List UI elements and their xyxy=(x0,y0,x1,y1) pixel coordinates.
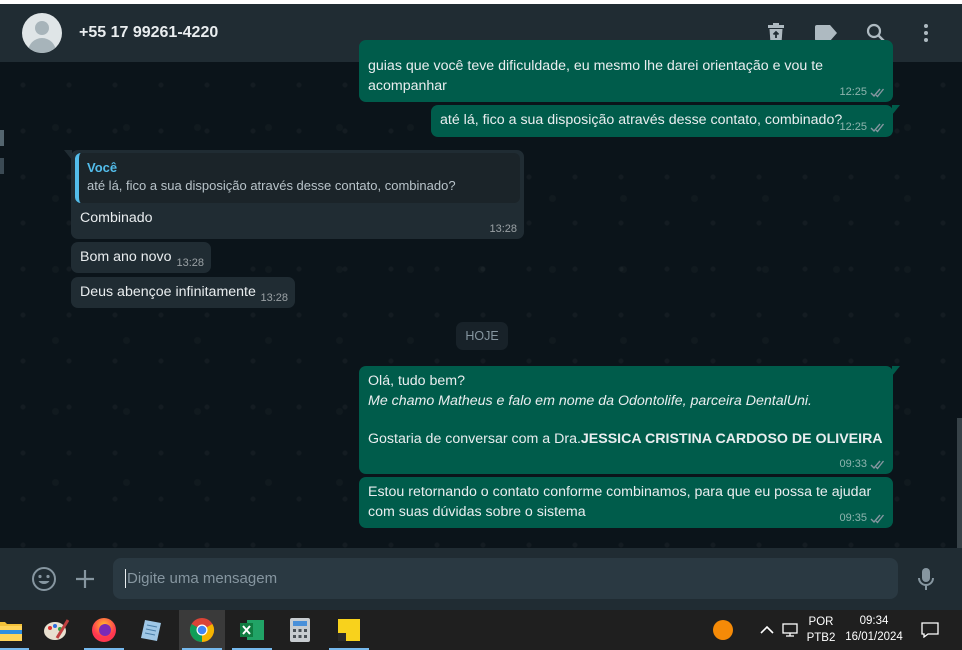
emoji-icon[interactable] xyxy=(29,564,59,594)
message-bubble-outgoing[interactable]: Olá, tudo bem? Me chamo Matheus e falo e… xyxy=(359,366,900,474)
quoted-message[interactable]: Você até lá, fico a sua disposição atrav… xyxy=(75,153,520,203)
message-bubble-outgoing[interactable]: até lá, fico a sua disposição através de… xyxy=(431,105,900,137)
clock-date: 16/01/2024 xyxy=(845,631,903,643)
paint-icon[interactable] xyxy=(33,610,79,650)
notepad-icon[interactable] xyxy=(129,610,175,650)
message-text: Combinado xyxy=(80,210,153,226)
contact-name[interactable]: +55 17 99261-4220 xyxy=(79,24,218,42)
attach-plus-icon[interactable] xyxy=(70,564,100,594)
calculator-icon[interactable] xyxy=(277,610,323,650)
excel-icon[interactable] xyxy=(229,610,275,650)
message-time: 13:28 xyxy=(260,292,288,304)
message-time: 13:28 xyxy=(176,257,204,269)
clock-time: 09:34 xyxy=(859,615,889,627)
chrome-icon[interactable] xyxy=(179,610,225,650)
menu-icon[interactable] xyxy=(912,18,940,48)
message-bubble-incoming[interactable]: Bom ano novo 13:28 xyxy=(71,242,211,273)
chat-scrollbar[interactable] xyxy=(957,418,962,548)
message-time: 12:25 xyxy=(839,120,886,134)
status-orb-icon[interactable] xyxy=(700,610,746,650)
message-text: Gostaria de conversar com a Dra.JESSICA … xyxy=(368,431,883,447)
read-ticks-icon xyxy=(870,123,885,133)
sidebar-edge xyxy=(0,62,5,548)
microphone-icon[interactable] xyxy=(911,564,941,594)
quote-author: Você xyxy=(87,160,118,175)
message-text: Estou retornando o contato conforme comb… xyxy=(368,484,872,500)
message-time: 13:28 xyxy=(489,223,517,235)
message-time: 09:35 xyxy=(839,511,886,525)
message-text: com suas dúvidas sobre o sistema xyxy=(368,503,586,520)
notifications-icon[interactable] xyxy=(910,610,950,650)
language-indicator[interactable]: POR PTB2 xyxy=(803,614,839,646)
network-icon[interactable] xyxy=(776,610,806,650)
message-time: 09:33 xyxy=(839,457,886,471)
message-bubble-incoming[interactable]: Deus abençoe infinitamente 13:28 xyxy=(71,277,295,308)
message-bold-text: JESSICA CRISTINA CARDOSO DE OLIVEIRA xyxy=(580,431,883,447)
date-separator: HOJE xyxy=(456,322,508,350)
read-ticks-icon xyxy=(870,460,885,470)
quote-text: até lá, fico a sua disposição através de… xyxy=(87,178,456,193)
message-bubble-incoming[interactable]: Você até lá, fico a sua disposição atrav… xyxy=(64,150,524,239)
message-text: Deus abençoe infinitamente xyxy=(80,284,256,300)
file-explorer-icon[interactable] xyxy=(0,610,32,650)
taskbar-clock[interactable]: 09:34 16/01/2024 xyxy=(840,613,908,645)
text-caret xyxy=(125,569,126,588)
read-ticks-icon xyxy=(870,88,885,98)
read-ticks-icon xyxy=(870,514,885,524)
message-text: Bom ano novo xyxy=(80,249,172,265)
sticky-notes-icon[interactable] xyxy=(326,610,372,650)
message-text: até lá, fico a sua disposição através de… xyxy=(440,112,843,128)
message-text-italic: Me chamo Matheus e falo em nome da Odont… xyxy=(368,392,812,409)
message-bubble-outgoing[interactable]: Estou retornando o contato conforme comb… xyxy=(359,477,893,528)
message-composer xyxy=(0,548,962,610)
message-text: Olá, tudo bem? xyxy=(368,373,466,389)
message-time: 12:25 xyxy=(839,85,886,99)
message-text: guias que você teve dificuldade, eu mesm… xyxy=(368,58,824,74)
firefox-icon[interactable] xyxy=(81,610,127,650)
message-input[interactable] xyxy=(113,558,898,599)
avatar[interactable] xyxy=(22,13,62,53)
message-bubble-outgoing[interactable]: guias que você teve dificuldade, eu mesm… xyxy=(359,40,893,102)
message-text: acompanhar xyxy=(368,77,447,94)
windows-taskbar: POR PTB2 09:34 16/01/2024 xyxy=(0,610,962,650)
